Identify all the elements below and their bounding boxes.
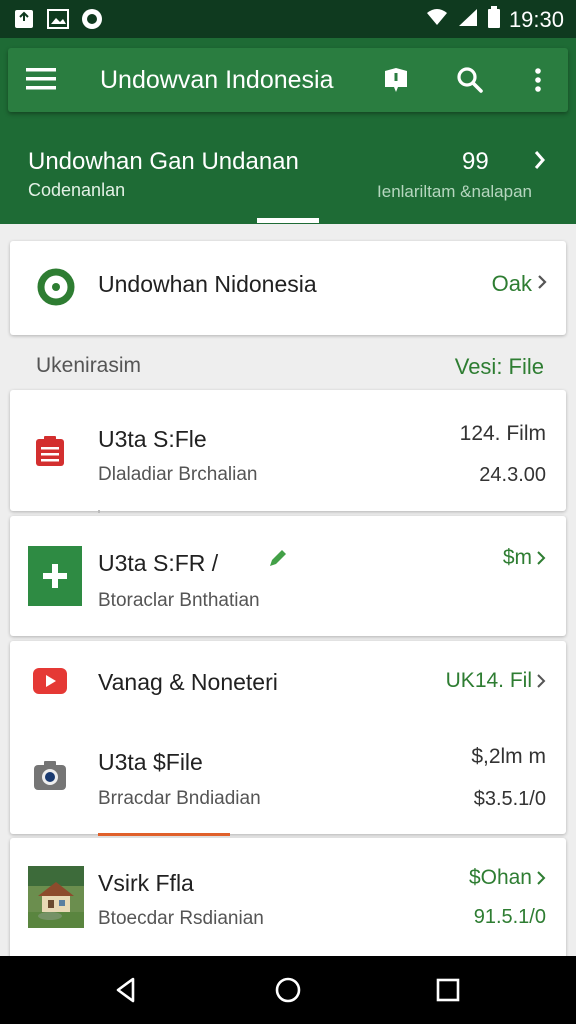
list-item[interactable]: Vanag & Noneteri UK14. Fil U3ta $File Br…: [10, 641, 566, 834]
edit-icon[interactable]: [266, 546, 290, 575]
list-item[interactable]: Vsirk Ffla Btoecdar Rsdianian $Ohan 91.5…: [10, 838, 566, 968]
chevron-right-icon: [536, 271, 548, 297]
item-subtitle: Btoecdar Rsdianian: [98, 908, 264, 929]
item-amount-value: $m: [502, 546, 532, 569]
circle-app-icon: [80, 7, 104, 31]
overflow-menu-icon[interactable]: [522, 64, 554, 96]
camera-icon: [28, 753, 72, 797]
account-link[interactable]: Oak: [492, 271, 548, 297]
summary-title: Undowhan Gan Undanan: [28, 148, 299, 175]
document-icon: [28, 429, 72, 473]
item-amount-value: UK14. Fil: [445, 669, 532, 692]
summary-header[interactable]: Undowhan Gan Undanan Codenanlan 99 Ienla…: [0, 126, 576, 224]
item-title: Vsirk Ffla: [98, 870, 194, 896]
image-icon: [46, 7, 70, 31]
chevron-right-icon[interactable]: [532, 148, 548, 177]
item-date: 91.5.1/0: [473, 906, 546, 928]
search-icon[interactable]: [454, 64, 486, 96]
status-time: 19:30: [508, 6, 564, 32]
list-item[interactable]: U3ta S:FR / Btoraclar Bnthatian $m: [10, 516, 566, 636]
chevron-right-icon: [537, 551, 546, 565]
add-box-icon: [28, 546, 82, 606]
chevron-right-icon: [537, 871, 546, 885]
item-title: U3ta S:Fle: [98, 426, 207, 452]
progress-indicator: [98, 833, 230, 836]
play-video-icon: [28, 659, 72, 703]
summary-count: 99: [462, 148, 489, 175]
summary-subtitle: Codenanlan: [28, 180, 126, 200]
account-name: Undowhan Nidonesia: [98, 271, 317, 297]
house-photo-thumbnail: [28, 866, 84, 928]
item-amount: $,2lm m: [471, 745, 546, 768]
account-card[interactable]: Undowhan Nidonesia Oak: [10, 241, 566, 335]
item-amount: UK14. Fil: [446, 669, 546, 693]
divider: [98, 510, 100, 513]
item-date: 24.3.00: [479, 464, 546, 486]
home-icon[interactable]: [272, 974, 304, 1006]
item-title: Vanag & Noneteri: [98, 669, 278, 695]
notification-icon: [12, 7, 36, 31]
chevron-right-icon: [537, 674, 546, 688]
wifi-icon: [425, 7, 449, 32]
item-subtitle: Brracdar Bndiadian: [98, 788, 261, 809]
item-amount-value: $Ohan: [468, 866, 532, 889]
item-subtitle: Dlaladiar Brchalian: [98, 464, 258, 485]
back-icon[interactable]: [110, 974, 142, 1006]
item-amount: 124. Film: [459, 422, 546, 445]
summary-right-subtitle: Ienlariltam &nalapan: [377, 182, 532, 201]
item-title: U3ta S:FR /: [98, 550, 219, 576]
item-date: $3.5.1/0: [473, 788, 546, 810]
section-action-link[interactable]: Vesi: File: [455, 354, 544, 380]
tab-indicator: [257, 218, 319, 223]
list-item[interactable]: U3ta S:Fle Dlaladiar Brchalian 124. Film…: [10, 390, 566, 511]
app-title: Undowvan Indonesia: [100, 66, 334, 94]
signal-icon: [457, 7, 479, 32]
item-amount: $m: [503, 546, 546, 570]
app-bar: Undowvan Indonesia: [8, 48, 568, 112]
section-label: Ukenirasim: [36, 354, 142, 377]
account-circle-icon: [36, 267, 76, 307]
system-navigation-bar: [0, 956, 576, 1024]
recents-icon[interactable]: [432, 974, 464, 1006]
account-link-label: Oak: [491, 271, 532, 296]
item-title: U3ta $File: [98, 749, 203, 775]
hamburger-menu-icon[interactable]: [26, 66, 56, 94]
status-bar: 19:30: [0, 0, 576, 38]
battery-icon: [487, 6, 501, 33]
item-subtitle: Btoraclar Bnthatian: [98, 590, 260, 611]
item-amount: $Ohan: [469, 866, 546, 890]
map-pin-icon[interactable]: [380, 64, 412, 96]
